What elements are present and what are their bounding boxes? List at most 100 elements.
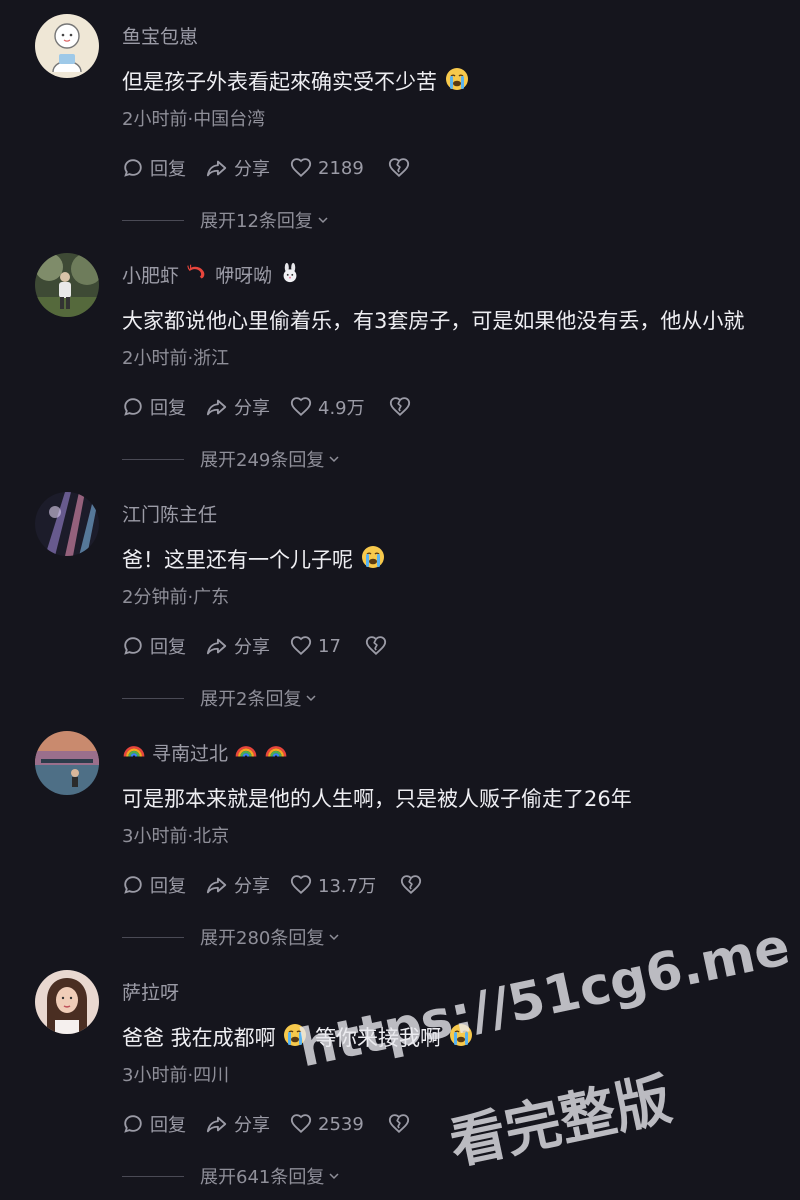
username-text: 小肥虾 xyxy=(122,265,180,287)
comment-text: 爸爸 我在成都啊 等你来接我啊 xyxy=(122,1022,800,1052)
reply-icon xyxy=(122,1113,144,1135)
dislike-button[interactable] xyxy=(388,157,416,179)
username[interactable]: 寻南过北 xyxy=(122,739,288,766)
comment-item: 鱼宝包崽 但是孩子外表看起來确实受不少苦 2小时前·中国台湾 回复 分享 218… xyxy=(0,0,800,239)
chevron-down-icon xyxy=(328,931,340,943)
like-count: 13.7万 xyxy=(318,876,377,897)
share-button[interactable]: 分享 xyxy=(206,155,270,181)
like-count: 2189 xyxy=(318,157,364,179)
like-button[interactable]: 2189 xyxy=(290,157,364,179)
expand-replies-label: 展开2条回复 xyxy=(200,689,302,710)
rainbow-emoji-icon xyxy=(123,740,145,762)
avatar[interactable] xyxy=(35,14,99,78)
chevron-down-icon xyxy=(317,214,329,226)
broken-heart-icon xyxy=(389,396,411,418)
comment-text-body: 可是那本来就是他的人生啊，只是被人贩子偷走了26年 xyxy=(122,787,632,811)
reply-label: 回复 xyxy=(150,637,186,658)
divider xyxy=(122,219,184,221)
expand-replies-button[interactable]: 展开249条回复 xyxy=(122,446,340,472)
share-icon xyxy=(206,1113,228,1135)
avatar[interactable] xyxy=(35,970,99,1034)
broken-heart-icon xyxy=(388,1113,410,1135)
expand-replies-button[interactable]: 展开12条回复 xyxy=(122,207,329,233)
like-button[interactable]: 13.7万 xyxy=(290,872,376,898)
comment-text-body: 爸！这里还有一个儿子呢 xyxy=(122,548,353,572)
like-count: 2539 xyxy=(318,1113,364,1135)
divider xyxy=(122,1175,184,1177)
loudly-crying-emoji-icon xyxy=(449,1023,473,1047)
comment-meta: 3小时前·四川 xyxy=(122,1065,230,1086)
dislike-button[interactable] xyxy=(365,635,393,657)
username[interactable]: 江门陈主任 xyxy=(122,500,217,527)
like-button[interactable]: 2539 xyxy=(290,1113,364,1135)
comment-meta: 2小时前·中国台湾 xyxy=(122,109,266,130)
comment-text: 爸！这里还有一个儿子呢 xyxy=(122,544,800,574)
share-label: 分享 xyxy=(234,876,270,897)
comment-item: 寻南过北 可是那本来就是他的人生啊，只是被人贩子偷走了26年 3小时前·北京 回… xyxy=(0,717,800,956)
username-text: 江门陈主任 xyxy=(122,504,218,526)
username[interactable]: 小肥虾 咿呀呦 xyxy=(122,261,302,288)
comment-item: 小肥虾 咿呀呦 大家都说他心里偷着乐，有3套房子，可是如果他没有丢，他从小就 2… xyxy=(0,239,800,478)
expand-replies-button[interactable]: 展开2条回复 xyxy=(122,685,317,711)
comment-text-part2: 等你来接我啊 xyxy=(315,1026,442,1050)
reply-icon xyxy=(122,874,144,896)
rainbow-emoji-icon xyxy=(235,740,257,762)
comment-actions: 回复 分享 13.7万 xyxy=(122,872,448,898)
share-icon xyxy=(206,157,228,179)
comment-text-body: 但是孩子外表看起來确实受不少苦 xyxy=(122,70,437,94)
loudly-crying-emoji-icon xyxy=(445,67,469,91)
comment-meta: 2小时前·浙江 xyxy=(122,348,230,369)
rabbit-emoji-icon xyxy=(279,262,301,284)
comment-text-body: 大家都说他心里偷着乐，有3套房子，可是如果他没有丢，他从小就 xyxy=(122,309,745,333)
share-button[interactable]: 分享 xyxy=(206,872,270,898)
share-button[interactable]: 分享 xyxy=(206,633,270,659)
reply-label: 回复 xyxy=(150,876,186,897)
expand-replies-label: 展开641条回复 xyxy=(200,1167,325,1188)
heart-icon xyxy=(290,874,312,896)
shrimp-emoji-icon xyxy=(186,262,208,284)
comment-text: 但是孩子外表看起來确实受不少苦 xyxy=(122,66,800,96)
reply-icon xyxy=(122,635,144,657)
reply-button[interactable]: 回复 xyxy=(122,872,186,898)
loudly-crying-emoji-icon xyxy=(361,545,385,569)
reply-icon xyxy=(122,396,144,418)
dislike-button[interactable] xyxy=(388,1113,416,1135)
share-label: 分享 xyxy=(234,159,270,180)
comment-feed: 鱼宝包崽 但是孩子外表看起來确实受不少苦 2小时前·中国台湾 回复 分享 218… xyxy=(0,0,800,1200)
expand-replies-label: 展开249条回复 xyxy=(200,450,325,471)
share-label: 分享 xyxy=(234,637,270,658)
heart-icon xyxy=(290,157,312,179)
share-button[interactable]: 分享 xyxy=(206,1111,270,1137)
reply-button[interactable]: 回复 xyxy=(122,1111,186,1137)
share-icon xyxy=(206,396,228,418)
username-text: 寻南过北 xyxy=(152,743,229,765)
reply-button[interactable]: 回复 xyxy=(122,394,186,420)
comment-actions: 回复 分享 4.9万 xyxy=(122,394,437,420)
share-button[interactable]: 分享 xyxy=(206,394,270,420)
like-button[interactable]: 4.9万 xyxy=(290,394,365,420)
divider xyxy=(122,936,184,938)
share-icon xyxy=(206,635,228,657)
dislike-button[interactable] xyxy=(400,874,428,896)
avatar[interactable] xyxy=(35,492,99,556)
like-button[interactable]: 17 xyxy=(290,635,341,657)
share-label: 分享 xyxy=(234,1115,270,1136)
avatar[interactable] xyxy=(35,731,99,795)
expand-replies-button[interactable]: 展开280条回复 xyxy=(122,924,340,950)
expand-replies-label: 展开280条回复 xyxy=(200,928,325,949)
reply-label: 回复 xyxy=(150,159,186,180)
avatar[interactable] xyxy=(35,253,99,317)
reply-label: 回复 xyxy=(150,398,186,419)
username[interactable]: 萨拉呀 xyxy=(122,978,179,1005)
reply-button[interactable]: 回复 xyxy=(122,155,186,181)
broken-heart-icon xyxy=(365,635,387,657)
heart-icon xyxy=(290,635,312,657)
dislike-button[interactable] xyxy=(389,396,417,418)
username[interactable]: 鱼宝包崽 xyxy=(122,22,198,49)
expand-replies-button[interactable]: 展开641条回复 xyxy=(122,1163,340,1189)
share-label: 分享 xyxy=(234,398,270,419)
divider xyxy=(122,458,184,460)
comment-item: 江门陈主任 爸！这里还有一个儿子呢 2分钟前·广东 回复 分享 17 展开2条回… xyxy=(0,478,800,717)
like-count: 17 xyxy=(318,635,341,657)
reply-button[interactable]: 回复 xyxy=(122,633,186,659)
